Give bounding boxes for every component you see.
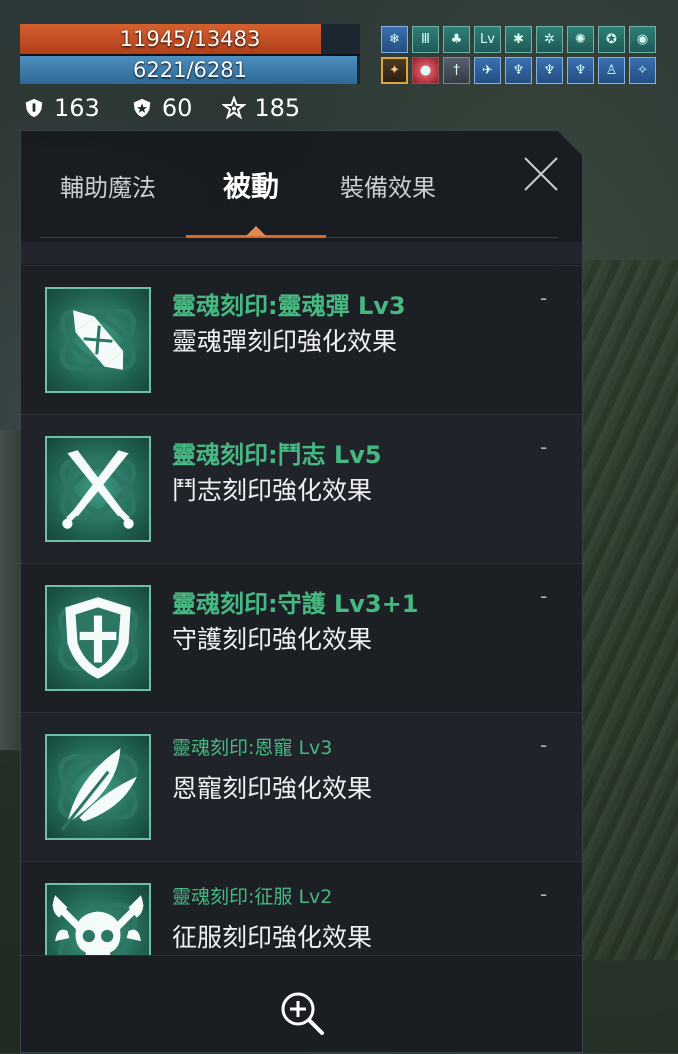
leaf-icon[interactable]: ♣ [443, 26, 470, 53]
tab-active-caret [246, 226, 266, 236]
stars-icon[interactable]: ✧ [629, 57, 656, 84]
list-item[interactable]: 靈魂刻印:鬥志 Lv5 鬥志刻印強化效果 - [20, 414, 583, 563]
item-title: 靈魂刻印:鬥志 Lv5 [172, 441, 382, 469]
item-description: 靈魂彈刻印強化效果 [172, 327, 398, 356]
tab-bar: 輔助魔法 被動 裝備效果 [20, 130, 583, 238]
item-title: 靈魂刻印:守護 Lv3+1 [172, 590, 419, 618]
item-description: 守護刻印強化效果 [172, 625, 373, 654]
meditate-icon[interactable]: ♆ [505, 57, 532, 84]
badge-resist-icon [130, 96, 154, 120]
stat-rank-value: 185 [254, 94, 301, 122]
list-item[interactable]: 靈魂刻印:靈魂彈 Lv3 靈魂彈刻印強化效果 - [20, 265, 583, 414]
list-item[interactable]: 靈魂刻印:征服 Lv2 征服刻印強化效果 - [20, 861, 583, 955]
buff-info-panel: 輔助魔法 被動 裝備效果 靈魂刻印:靈魂彈 Lv3 靈魂彈刻印強化效果 - 靈魂… [20, 130, 583, 1053]
tab-equipment-effects[interactable]: 裝備效果 [340, 168, 436, 203]
close-button[interactable] [521, 154, 561, 194]
hp-bar: 11945/13483 [20, 24, 360, 56]
buff-bar: ❄ Ⅲ ♣ Lv ✱ ✲ ✺ ✪ ◉ ✦ ● † ✈ ♆ ♆ ♆ ♙ ✧ [381, 26, 678, 88]
iii-rune-icon[interactable]: Ⅲ [412, 26, 439, 53]
lv-icon[interactable]: Lv [474, 26, 501, 53]
item-title: 靈魂刻印:征服 Lv2 [172, 886, 333, 908]
list-top-strip [20, 242, 583, 264]
drop-icon[interactable]: ◉ [629, 26, 656, 53]
item-dash: - [540, 286, 548, 310]
gear-icon[interactable]: ✺ [567, 26, 594, 53]
spiral-icon[interactable]: ✪ [598, 26, 625, 53]
item-dash: - [540, 435, 548, 459]
item-description: 鬥志刻印強化效果 [172, 476, 373, 505]
character-stats: 163 60 185 [22, 92, 330, 124]
bird-icon[interactable]: ✈ [474, 57, 501, 84]
stat-resist-value: 60 [161, 94, 193, 122]
meditate-icon[interactable]: ♆ [536, 57, 563, 84]
zoom-in-icon [281, 992, 324, 1035]
item-description: 恩寵刻印強化效果 [172, 774, 373, 803]
tab-passive[interactable]: 被動 [223, 165, 279, 205]
wings-icon[interactable]: ✲ [536, 26, 563, 53]
list-item[interactable]: 靈魂刻印:守護 Lv3+1 守護刻印強化效果 - [20, 563, 583, 712]
skull-axes-icon [45, 883, 151, 955]
panel-footer [20, 955, 583, 1053]
red-orb-icon[interactable]: ● [412, 57, 439, 84]
item-dash: - [540, 733, 548, 757]
close-icon [524, 157, 558, 191]
item-title: 靈魂刻印:靈魂彈 Lv3 [172, 292, 406, 320]
star-rank-icon [222, 96, 247, 120]
shield-defense-icon [22, 96, 46, 120]
stat-resist: 60 [130, 94, 193, 122]
stat-defense-value: 163 [54, 94, 100, 122]
zoom-button[interactable] [279, 990, 325, 1036]
crossed-swords-icon [45, 436, 151, 542]
passive-list: 靈魂刻印:靈魂彈 Lv3 靈魂彈刻印強化效果 - 靈魂刻印:鬥志 Lv5 鬥志刻… [20, 265, 583, 955]
list-item[interactable]: 靈魂刻印:恩寵 Lv3 恩寵刻印強化效果 - [20, 712, 583, 861]
feather-icon [45, 734, 151, 840]
tab-support-magic[interactable]: 輔助魔法 [60, 168, 156, 203]
bug-icon[interactable]: ✱ [505, 26, 532, 53]
treasure-icon[interactable]: ✦ [381, 57, 408, 84]
item-dash: - [540, 584, 548, 608]
soul-bullet-icon [45, 287, 151, 393]
sword-icon[interactable]: † [443, 57, 470, 84]
mp-text: 6221/6281 [133, 58, 247, 82]
hp-text: 11945/13483 [119, 27, 261, 51]
shield-icon [45, 585, 151, 691]
meditate-icon[interactable]: ♆ [567, 57, 594, 84]
item-description: 征服刻印強化效果 [172, 923, 373, 952]
ice-crystal-icon[interactable]: ❄ [381, 26, 408, 53]
item-dash: - [540, 882, 548, 906]
figure-icon[interactable]: ♙ [598, 57, 625, 84]
mp-bar: 6221/6281 [20, 56, 360, 84]
buff-row-1: ❄ Ⅲ ♣ Lv ✱ ✲ ✺ ✪ ◉ [381, 26, 678, 54]
item-title: 靈魂刻印:恩寵 Lv3 [172, 737, 333, 759]
buff-row-2: ✦ ● † ✈ ♆ ♆ ♆ ♙ ✧ [381, 57, 678, 85]
stat-defense: 163 [22, 94, 100, 122]
stat-rank: 185 [222, 94, 300, 122]
